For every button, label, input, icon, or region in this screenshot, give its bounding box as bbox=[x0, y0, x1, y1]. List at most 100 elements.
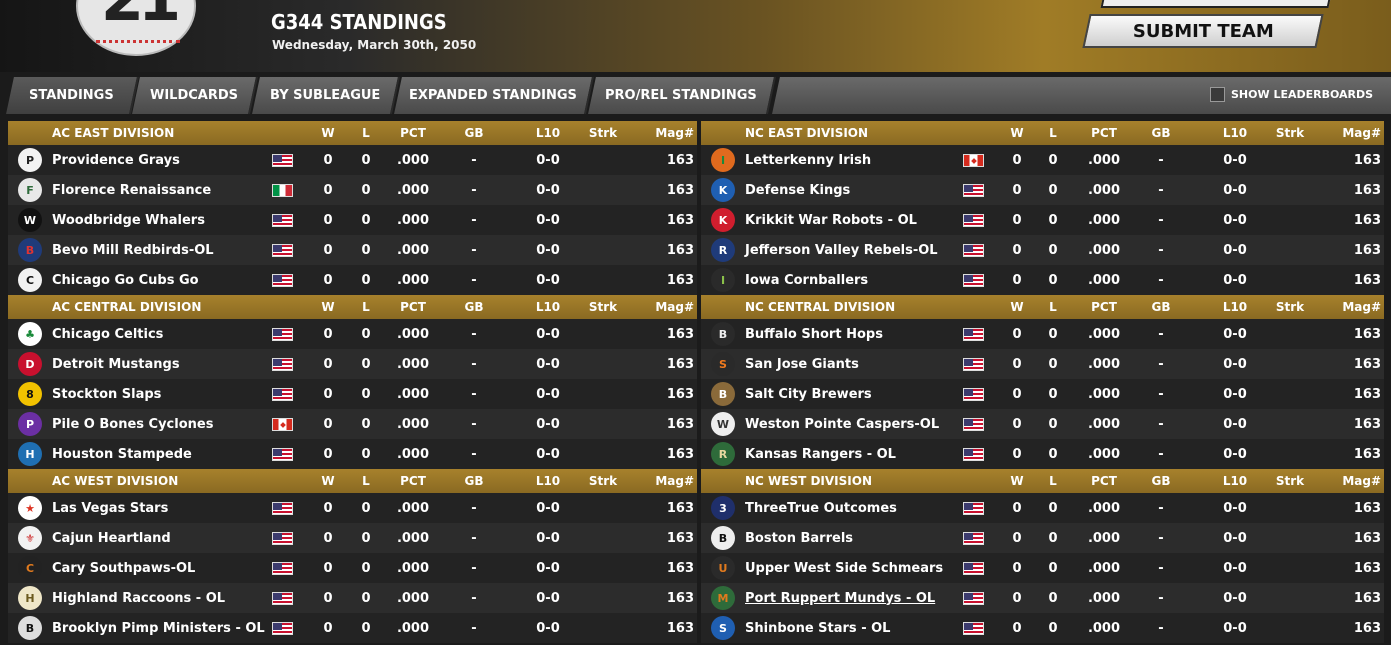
team-logo-icon[interactable]: B bbox=[711, 382, 735, 406]
team-logo-icon[interactable]: K bbox=[711, 208, 735, 232]
team-logo-icon[interactable]: W bbox=[711, 412, 735, 436]
table-row[interactable]: I Iowa Cornballers 0 0 .000 - 0-0 163 bbox=[701, 265, 1384, 295]
col-header-l[interactable]: L bbox=[1035, 295, 1071, 319]
table-row[interactable]: I Letterkenny Irish 0 0 .000 - 0-0 163 bbox=[701, 145, 1384, 175]
col-header-pct[interactable]: PCT bbox=[390, 469, 436, 493]
col-header-gb[interactable]: GB bbox=[454, 295, 494, 319]
col-header-l10[interactable]: L10 bbox=[1211, 295, 1259, 319]
team-name-link[interactable]: Brooklyn Pimp Ministers - OL bbox=[52, 613, 265, 643]
team-logo-icon[interactable]: D bbox=[18, 352, 42, 376]
table-row[interactable]: B Boston Barrels 0 0 .000 - 0-0 163 bbox=[701, 523, 1384, 553]
team-name-link[interactable]: Iowa Cornballers bbox=[745, 265, 868, 295]
tab-pro-rel-standings[interactable]: PRO/REL STANDINGS bbox=[588, 77, 776, 114]
team-logo-icon[interactable]: F bbox=[18, 178, 42, 202]
table-row[interactable]: D Detroit Mustangs 0 0 .000 - 0-0 163 bbox=[8, 349, 697, 379]
team-logo-icon[interactable]: M bbox=[711, 586, 735, 610]
team-name-link[interactable]: Upper West Side Schmears bbox=[745, 553, 943, 583]
team-logo-icon[interactable]: S bbox=[711, 616, 735, 640]
team-logo-icon[interactable]: 3 bbox=[711, 496, 735, 520]
show-leaderboards-toggle[interactable]: SHOW LEADERBOARDS bbox=[1210, 87, 1373, 102]
team-logo-icon[interactable]: H bbox=[18, 586, 42, 610]
table-row[interactable]: B Brooklyn Pimp Ministers - OL 0 0 .000 - 0-0 1… bbox=[8, 613, 697, 643]
team-logo-icon[interactable]: S bbox=[711, 352, 735, 376]
tab-standings[interactable]: STANDINGS bbox=[6, 77, 139, 114]
table-row[interactable]: P Providence Grays 0 0 .000 - 0-0 163 bbox=[8, 145, 697, 175]
team-name-link[interactable]: Salt City Brewers bbox=[745, 379, 872, 409]
table-row[interactable]: F Florence Renaissance 0 0 .000 - 0-0 163 bbox=[8, 175, 697, 205]
team-logo-icon[interactable]: R bbox=[711, 238, 735, 262]
table-row[interactable]: ⚜ Cajun Heartland 0 0 .000 - 0-0 163 bbox=[8, 523, 697, 553]
col-header-l10[interactable]: L10 bbox=[524, 295, 572, 319]
table-row[interactable]: S San Jose Giants 0 0 .000 - 0-0 163 bbox=[701, 349, 1384, 379]
team-name-link[interactable]: Florence Renaissance bbox=[52, 175, 211, 205]
col-header-w[interactable]: W bbox=[308, 295, 348, 319]
table-row[interactable]: K Krikkit War Robots - OL 0 0 .000 - 0-0 163 bbox=[701, 205, 1384, 235]
table-row[interactable]: R Jefferson Valley Rebels-OL 0 0 .000 - 0-0 163 bbox=[701, 235, 1384, 265]
team-logo-icon[interactable]: ⚜ bbox=[18, 526, 42, 550]
col-header-gb[interactable]: GB bbox=[1141, 295, 1181, 319]
table-row[interactable]: H Highland Raccoons - OL 0 0 .000 - 0-0 163 bbox=[8, 583, 697, 613]
team-logo-icon[interactable]: K bbox=[711, 178, 735, 202]
table-row[interactable]: H Houston Stampede 0 0 .000 - 0-0 163 bbox=[8, 439, 697, 469]
col-header-pct[interactable]: PCT bbox=[1081, 121, 1127, 145]
team-name-link[interactable]: Kansas Rangers - OL bbox=[745, 439, 896, 469]
table-row[interactable]: U Upper West Side Schmears 0 0 .000 - 0-0 163 bbox=[701, 553, 1384, 583]
team-name-link[interactable]: Pile O Bones Cyclones bbox=[52, 409, 213, 439]
col-header-l[interactable]: L bbox=[1035, 469, 1071, 493]
team-logo-icon[interactable]: R bbox=[711, 442, 735, 466]
col-header-gb[interactable]: GB bbox=[454, 469, 494, 493]
table-row[interactable]: 3 ThreeTrue Outcomes 0 0 .000 - 0-0 163 bbox=[701, 493, 1384, 523]
col-header-strk[interactable]: Strk bbox=[1269, 469, 1311, 493]
team-name-link[interactable]: Letterkenny Irish bbox=[745, 145, 871, 175]
team-name-link[interactable]: ThreeTrue Outcomes bbox=[745, 493, 897, 523]
table-row[interactable]: ♣ Chicago Celtics 0 0 .000 - 0-0 163 bbox=[8, 319, 697, 349]
col-header-gb[interactable]: GB bbox=[454, 121, 494, 145]
team-logo-icon[interactable]: U bbox=[711, 556, 735, 580]
team-name-link[interactable]: Shinbone Stars - OL bbox=[745, 613, 890, 643]
col-header-pct[interactable]: PCT bbox=[1081, 469, 1127, 493]
col-header-l[interactable]: L bbox=[348, 121, 384, 145]
team-logo-icon[interactable]: P bbox=[18, 412, 42, 436]
team-logo-icon[interactable]: ♣ bbox=[18, 322, 42, 346]
team-logo-icon[interactable]: ★ bbox=[18, 496, 42, 520]
tab-by-subleague[interactable]: BY SUBLEAGUE bbox=[252, 77, 400, 114]
team-logo-icon[interactable]: B bbox=[18, 616, 42, 640]
team-name-link[interactable]: Cary Southpaws-OL bbox=[52, 553, 195, 583]
col-header-mag[interactable]: Mag# bbox=[1331, 469, 1381, 493]
col-header-l10[interactable]: L10 bbox=[1211, 121, 1259, 145]
team-name-link[interactable]: Port Ruppert Mundys - OL bbox=[745, 583, 935, 613]
col-header-strk[interactable]: Strk bbox=[582, 469, 624, 493]
top-button[interactable] bbox=[1100, 0, 1332, 8]
team-name-link[interactable]: Cajun Heartland bbox=[52, 523, 171, 553]
col-header-l[interactable]: L bbox=[1035, 121, 1071, 145]
col-header-l[interactable]: L bbox=[348, 469, 384, 493]
table-row[interactable]: B Bevo Mill Redbirds-OL 0 0 .000 - 0-0 163 bbox=[8, 235, 697, 265]
team-name-link[interactable]: Jefferson Valley Rebels-OL bbox=[745, 235, 938, 265]
team-logo-icon[interactable]: B bbox=[711, 322, 735, 346]
col-header-pct[interactable]: PCT bbox=[1081, 295, 1127, 319]
table-row[interactable]: S Shinbone Stars - OL 0 0 .000 - 0-0 163 bbox=[701, 613, 1384, 643]
team-name-link[interactable]: Houston Stampede bbox=[52, 439, 192, 469]
team-logo-icon[interactable]: W bbox=[18, 208, 42, 232]
team-logo-icon[interactable]: C bbox=[18, 556, 42, 580]
table-row[interactable]: C Cary Southpaws-OL 0 0 .000 - 0-0 163 bbox=[8, 553, 697, 583]
table-row[interactable]: K Defense Kings 0 0 .000 - 0-0 163 bbox=[701, 175, 1384, 205]
team-name-link[interactable]: Buffalo Short Hops bbox=[745, 319, 883, 349]
submit-team-button[interactable]: SUBMIT TEAM bbox=[1082, 14, 1324, 48]
team-name-link[interactable]: Krikkit War Robots - OL bbox=[745, 205, 917, 235]
table-row[interactable]: B Salt City Brewers 0 0 .000 - 0-0 163 bbox=[701, 379, 1384, 409]
team-name-link[interactable]: Stockton Slaps bbox=[52, 379, 161, 409]
col-header-l10[interactable]: L10 bbox=[524, 469, 572, 493]
leaderboards-checkbox[interactable] bbox=[1210, 87, 1225, 102]
team-name-link[interactable]: Bevo Mill Redbirds-OL bbox=[52, 235, 214, 265]
col-header-strk[interactable]: Strk bbox=[582, 295, 624, 319]
col-header-w[interactable]: W bbox=[997, 295, 1037, 319]
team-logo-icon[interactable]: P bbox=[18, 148, 42, 172]
table-row[interactable]: W Woodbridge Whalers 0 0 .000 - 0-0 163 bbox=[8, 205, 697, 235]
col-header-pct[interactable]: PCT bbox=[390, 295, 436, 319]
team-name-link[interactable]: Woodbridge Whalers bbox=[52, 205, 205, 235]
team-name-link[interactable]: Chicago Go Cubs Go bbox=[52, 265, 199, 295]
table-row[interactable]: W Weston Pointe Caspers-OL 0 0 .000 - 0-0 163 bbox=[701, 409, 1384, 439]
table-row[interactable]: P Pile O Bones Cyclones 0 0 .000 - 0-0 163 bbox=[8, 409, 697, 439]
team-name-link[interactable]: Boston Barrels bbox=[745, 523, 853, 553]
